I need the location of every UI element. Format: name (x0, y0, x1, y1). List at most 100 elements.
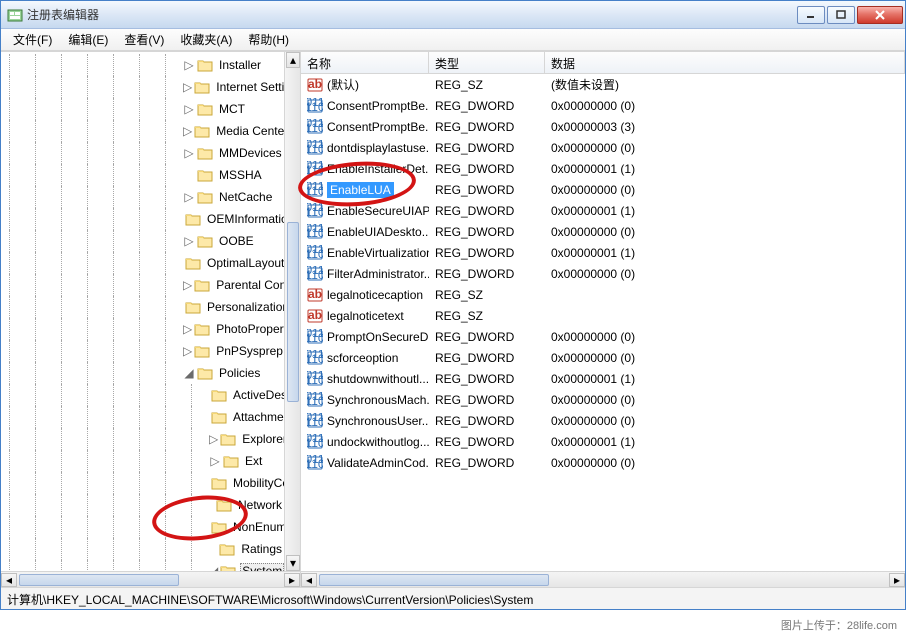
svg-text:ab: ab (308, 287, 322, 301)
value-row[interactable]: 011110SynchronousMach...REG_DWORD0x00000… (301, 389, 905, 410)
expand-icon[interactable]: ▷ (183, 147, 195, 159)
close-button[interactable] (857, 6, 903, 24)
expand-icon[interactable]: ▷ (183, 235, 195, 247)
tree-item[interactable]: OEMInformation (1, 208, 284, 230)
tree-item-label: NonEnum (231, 520, 284, 534)
value-name: FilterAdministrator... (327, 267, 429, 281)
tree-item[interactable]: ▷MCT (1, 98, 284, 120)
value-row[interactable]: 011110undockwithoutlog...REG_DWORD0x0000… (301, 431, 905, 452)
menubar: 文件(F) 编辑(E) 查看(V) 收藏夹(A) 帮助(H) (1, 29, 905, 51)
value-row[interactable]: 011110EnableSecureUIAP...REG_DWORD0x0000… (301, 200, 905, 221)
tree-horizontal-scrollbar[interactable]: ◂ ▸ (1, 571, 300, 587)
value-row[interactable]: 011110scforceoptionREG_DWORD0x00000000 (… (301, 347, 905, 368)
scroll-thumb[interactable] (319, 574, 549, 586)
value-row[interactable]: 011110SynchronousUser...REG_DWORD0x00000… (301, 410, 905, 431)
value-row[interactable]: 011110ValidateAdminCod...REG_DWORD0x0000… (301, 452, 905, 473)
scroll-left-button[interactable]: ◂ (301, 573, 317, 587)
tree-item[interactable]: ▷Ext (1, 450, 284, 472)
value-row[interactable]: 011110EnableVirtualizationREG_DWORD0x000… (301, 242, 905, 263)
value-row[interactable]: 011110PromptOnSecureD...REG_DWORD0x00000… (301, 326, 905, 347)
menu-edit[interactable]: 编辑(E) (60, 29, 116, 50)
menu-file[interactable]: 文件(F) (5, 29, 60, 50)
scroll-thumb[interactable] (19, 574, 179, 586)
scroll-right-button[interactable]: ▸ (284, 573, 300, 587)
column-type[interactable]: 类型 (429, 52, 545, 73)
value-type: REG_DWORD (429, 141, 545, 155)
tree-item[interactable]: MobilityCenter (1, 472, 284, 494)
tree-item[interactable]: ▷ NetCache (1, 186, 284, 208)
tree-item-label: Ratings (239, 542, 284, 556)
value-row[interactable]: 011110EnableUIADeskto...REG_DWORD0x00000… (301, 221, 905, 242)
tree-item[interactable]: Network (1, 494, 284, 516)
value-row[interactable]: ablegalnoticetextREG_SZ (301, 305, 905, 326)
tree-item[interactable]: ▷PnPSysprep (1, 340, 284, 362)
value-row[interactable]: 011110shutdownwithoutl...REG_DWORD0x0000… (301, 368, 905, 389)
tree-item[interactable]: ▷PhotoPropertyHand (1, 318, 284, 340)
registry-tree[interactable]: ▷Installer▷Internet Settings▷MCT▷Media C… (1, 52, 284, 571)
list-horizontal-scrollbar[interactable]: ◂ ▸ (301, 571, 905, 587)
tree-item[interactable]: ▷Explorer (1, 428, 284, 450)
menu-favorites[interactable]: 收藏夹(A) (172, 29, 240, 50)
tree-item[interactable]: ◢Policies (1, 362, 284, 384)
folder-icon (185, 300, 201, 314)
value-data: 0x00000000 (0) (545, 141, 905, 155)
folder-icon (185, 256, 201, 270)
expand-icon[interactable] (209, 543, 217, 555)
tree-item[interactable]: NonEnum (1, 516, 284, 538)
expand-icon[interactable]: ▷ (209, 433, 218, 445)
value-row[interactable]: 011110dontdisplaylastuse...REG_DWORD0x00… (301, 137, 905, 158)
tree-item[interactable]: Attachments (1, 406, 284, 428)
menu-help[interactable]: 帮助(H) (240, 29, 297, 50)
column-data[interactable]: 数据 (545, 52, 905, 73)
tree-vertical-scrollbar[interactable]: ▴ ▾ (284, 52, 300, 571)
value-row[interactable]: ablegalnoticecaptionREG_SZ (301, 284, 905, 305)
tree-pane[interactable]: ▷Installer▷Internet Settings▷MCT▷Media C… (1, 52, 301, 587)
value-name: scforceoption (327, 351, 398, 365)
expand-icon[interactable]: ▷ (183, 279, 192, 291)
maximize-button[interactable] (827, 6, 855, 24)
value-row[interactable]: 011110ConsentPromptBe...REG_DWORD0x00000… (301, 95, 905, 116)
value-data: 0x00000000 (0) (545, 183, 905, 197)
value-row[interactable]: ab(默认)REG_SZ(数值未设置) (301, 74, 905, 95)
value-row[interactable]: 011110EnableInstallerDet...REG_DWORD0x00… (301, 158, 905, 179)
tree-item[interactable]: Personalization (1, 296, 284, 318)
string-value-icon: ab (307, 308, 323, 324)
expand-icon[interactable]: ▷ (183, 191, 195, 203)
menu-view[interactable]: 查看(V) (116, 29, 172, 50)
value-row[interactable]: 011110FilterAdministrator...REG_DWORD0x0… (301, 263, 905, 284)
tree-item-label: NetCache (217, 190, 274, 204)
tree-item[interactable]: ▷Media Center (1, 120, 284, 142)
tree-item[interactable]: ◢System (1, 560, 284, 571)
tree-item[interactable]: MSSHA (1, 164, 284, 186)
tree-item[interactable]: OptimalLayout (1, 252, 284, 274)
expand-icon[interactable] (183, 169, 195, 181)
titlebar[interactable]: 注册表编辑器 (1, 1, 905, 29)
value-row[interactable]: 011110ConsentPromptBe...REG_DWORD0x00000… (301, 116, 905, 137)
tree-item[interactable]: ▷MMDevices (1, 142, 284, 164)
value-row[interactable]: 011110EnableLUAREG_DWORD0x00000000 (0) (301, 179, 905, 200)
expand-icon[interactable]: ▷ (183, 81, 192, 93)
scroll-left-button[interactable]: ◂ (1, 573, 17, 587)
value-type: REG_DWORD (429, 456, 545, 470)
expand-icon[interactable]: ▷ (183, 59, 195, 71)
expand-icon[interactable] (209, 499, 214, 511)
scroll-down-button[interactable]: ▾ (286, 555, 300, 571)
tree-item[interactable]: Ratings (1, 538, 284, 560)
tree-item[interactable]: ▷OOBE (1, 230, 284, 252)
tree-item[interactable]: ▷Installer (1, 54, 284, 76)
value-list[interactable]: ab(默认)REG_SZ(数值未设置)011110ConsentPromptBe… (301, 74, 905, 571)
tree-item[interactable]: ActiveDesktop (1, 384, 284, 406)
minimize-button[interactable] (797, 6, 825, 24)
tree-item[interactable]: ▷Internet Settings (1, 76, 284, 98)
expand-icon[interactable]: ◢ (183, 367, 195, 379)
expand-icon[interactable]: ▷ (209, 455, 221, 467)
scroll-thumb[interactable] (287, 222, 299, 402)
tree-item[interactable]: ▷Parental Controls (1, 274, 284, 296)
scroll-right-button[interactable]: ▸ (889, 573, 905, 587)
column-name[interactable]: 名称 (301, 52, 429, 73)
expand-icon[interactable]: ▷ (183, 323, 192, 335)
expand-icon[interactable]: ▷ (183, 125, 192, 137)
expand-icon[interactable]: ▷ (183, 103, 195, 115)
scroll-up-button[interactable]: ▴ (286, 52, 300, 68)
expand-icon[interactable]: ▷ (183, 345, 192, 357)
